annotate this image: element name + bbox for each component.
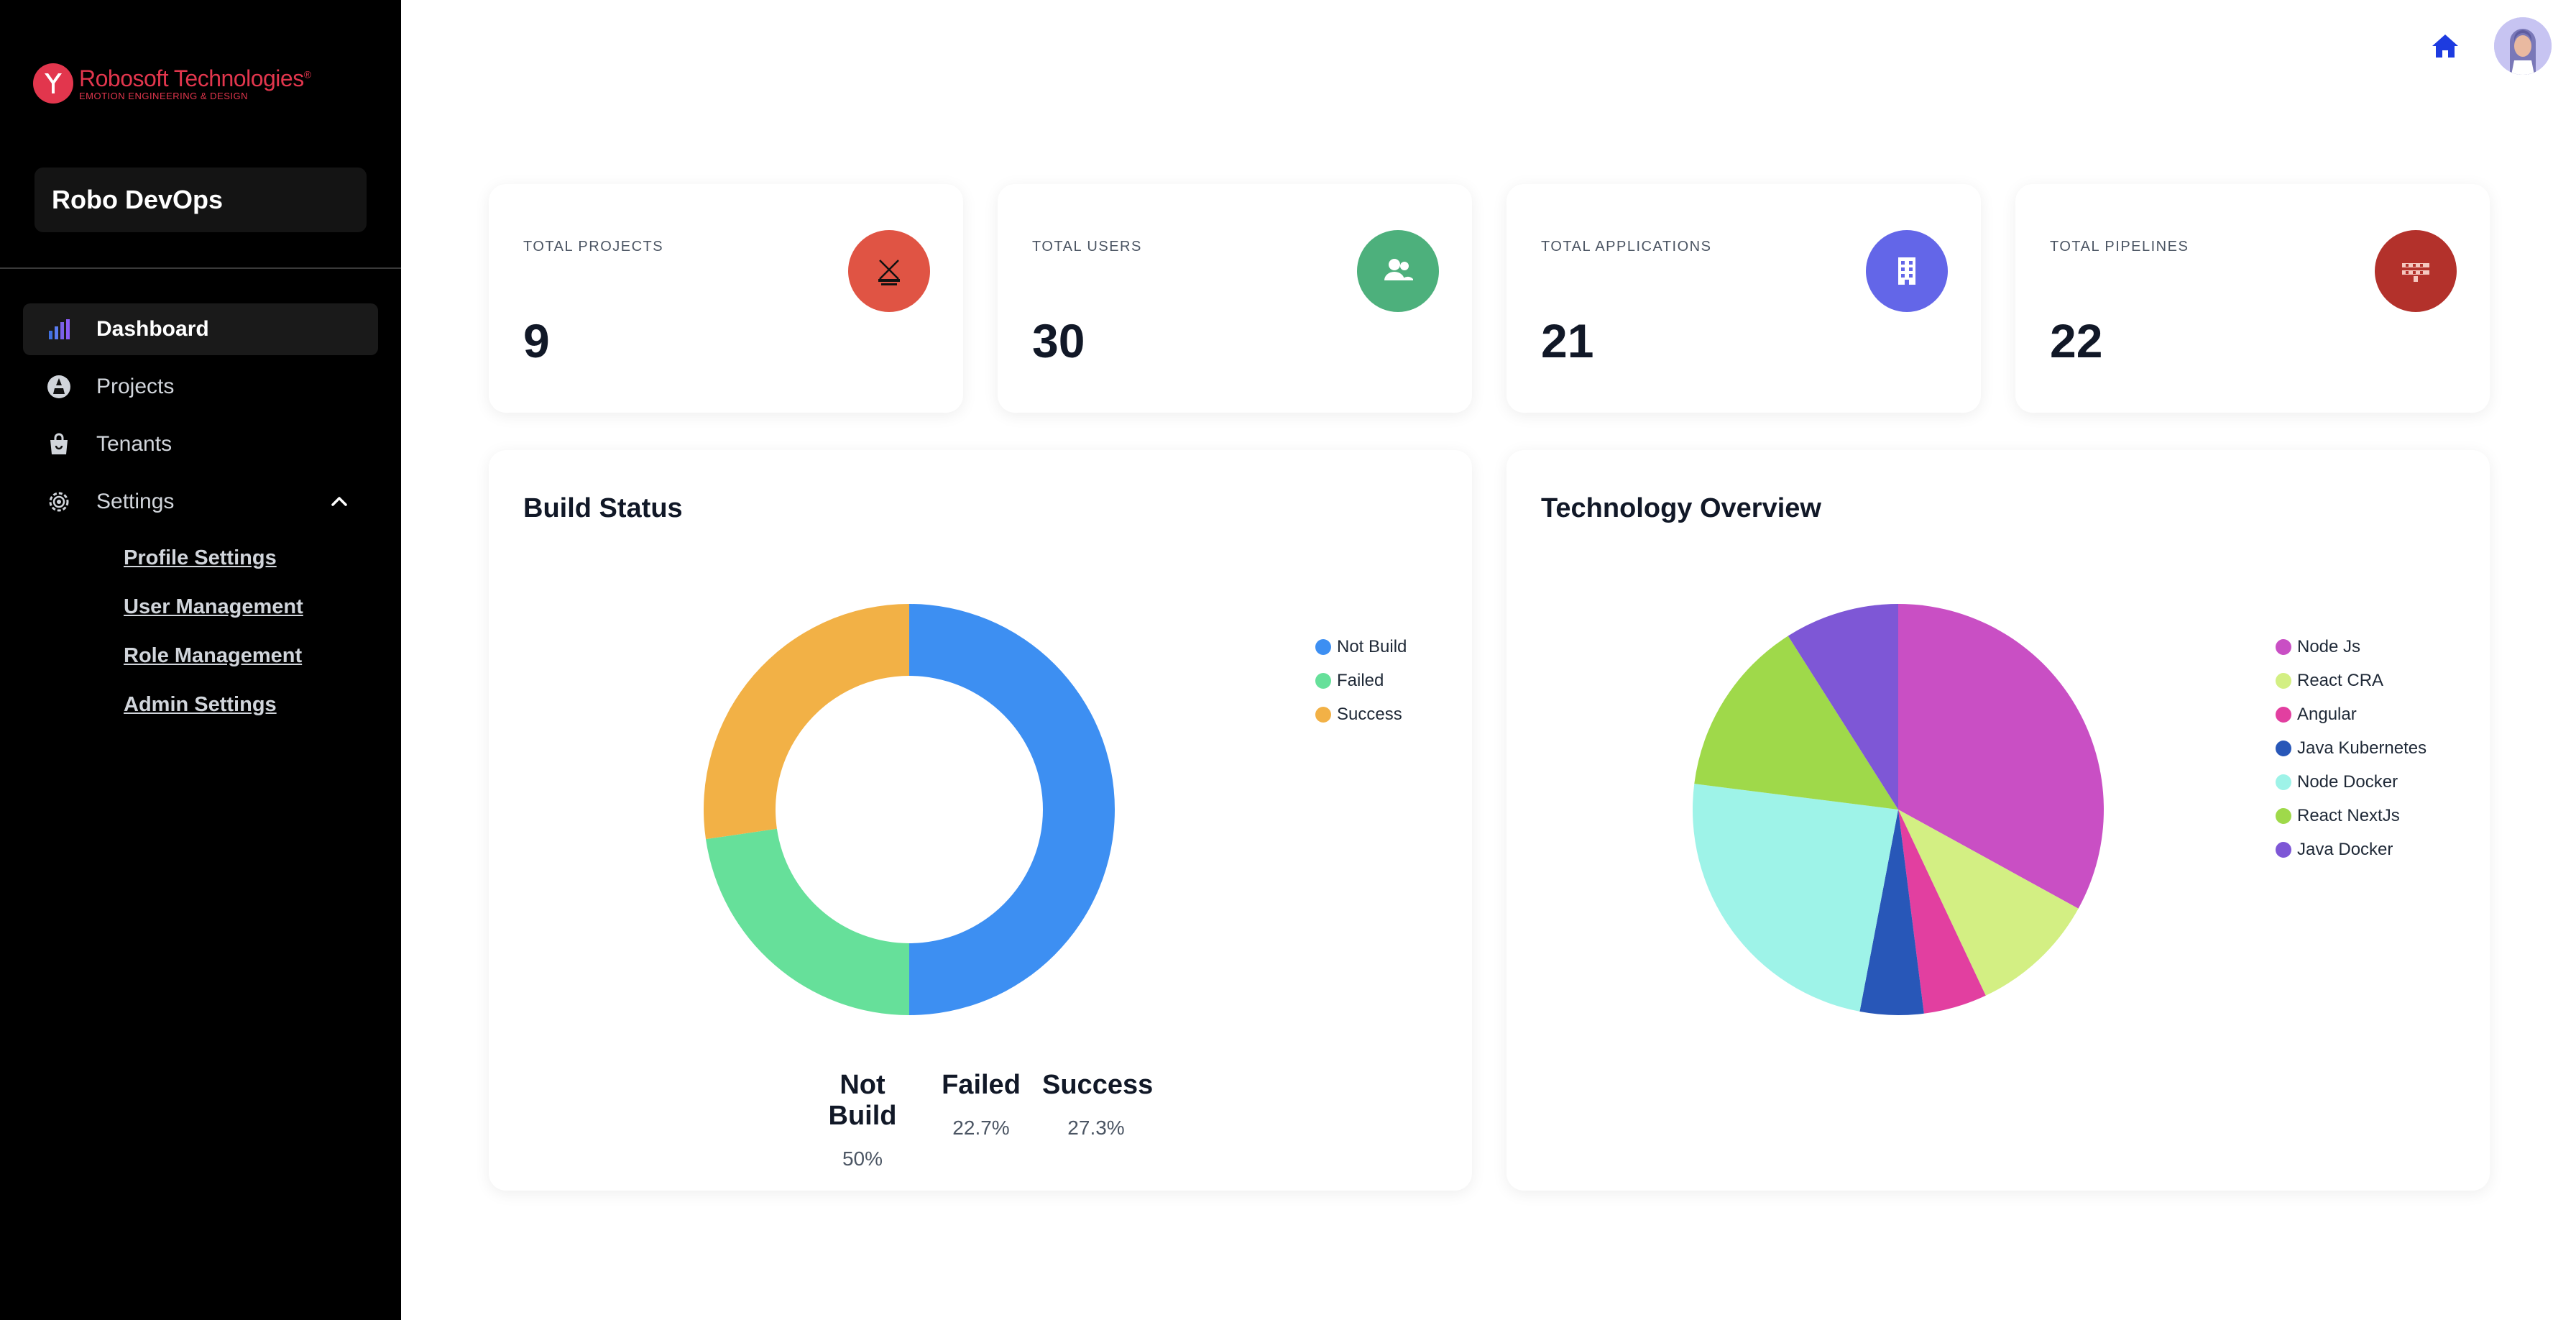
pipeline-icon <box>2375 230 2457 312</box>
stat-value: 9 <box>523 314 550 367</box>
legend-item[interactable]: React CRA <box>2276 664 2426 697</box>
summary-failed: Failed 22.7% <box>920 1070 1042 1170</box>
settings-submenu: Profile Settings User Management Role Ma… <box>124 533 378 729</box>
robosoft-logo-icon <box>33 63 73 104</box>
brand-tagline: EMOTION ENGINEERING & DESIGN <box>79 90 249 101</box>
app-name-box: Robo DevOps <box>34 168 367 232</box>
legend-label: Failed <box>1337 670 1384 690</box>
build-status-card: Build Status Not Build Failed Success No… <box>489 450 1472 1191</box>
subnav-user-management[interactable]: User Management <box>124 582 378 631</box>
brand-name: Robosoft Technologies® <box>79 65 311 91</box>
legend-dot <box>2276 672 2291 689</box>
summary-percent: 27.3% <box>1067 1117 1125 1139</box>
legend-label: Success <box>1337 704 1402 724</box>
sidebar-item-label: Projects <box>96 375 175 398</box>
home-icon[interactable] <box>2429 30 2461 62</box>
sidebar-item-label: Dashboard <box>96 317 209 341</box>
legend-label: React NextJs <box>2297 805 2400 825</box>
build-status-legend: Not Build Failed Success <box>1315 630 1407 731</box>
summary-percent: 50% <box>842 1147 883 1170</box>
stat-card-applications: TOTAL APPLICATIONS 21 <box>1506 184 1981 413</box>
legend-dot <box>2276 841 2291 858</box>
sidebar: Robosoft Technologies® EMOTION ENGINEERI… <box>0 0 401 1320</box>
brand-logo[interactable]: Robosoft Technologies® EMOTION ENGINEERI… <box>33 63 311 104</box>
legend-item[interactable]: Angular <box>2276 697 2426 731</box>
stat-card-users: TOTAL USERS 30 <box>998 184 1472 413</box>
summary-percent: 22.7% <box>952 1117 1010 1139</box>
legend-dot <box>2276 774 2291 790</box>
summary-label: Failed <box>942 1070 1021 1100</box>
legend-label: Node Docker <box>2297 771 2398 792</box>
sidebar-item-tenants[interactable]: Tenants <box>23 418 378 470</box>
legend-label: Node Js <box>2297 636 2361 656</box>
projects-icon <box>46 374 72 400</box>
summary-label: Success <box>1042 1070 1154 1100</box>
legend-label: Java Kubernetes <box>2297 738 2427 758</box>
chevron-up-icon[interactable] <box>329 492 349 512</box>
legend-item[interactable]: React NextJs <box>2276 799 2426 833</box>
legend-label: React CRA <box>2297 670 2384 690</box>
legend-label: Angular <box>2297 704 2357 724</box>
sidebar-item-label: Tenants <box>96 432 172 456</box>
stat-title: TOTAL PROJECTS <box>523 239 664 255</box>
stat-title: TOTAL USERS <box>1032 239 1142 255</box>
pie-slice-failed[interactable] <box>705 828 909 1015</box>
legend-dot <box>2276 740 2291 756</box>
legend-dot <box>1315 638 1331 655</box>
legend-label: Java Docker <box>2297 839 2393 859</box>
legend-item[interactable]: Java Kubernetes <box>2276 731 2426 765</box>
legend-item[interactable]: Success <box>1315 697 1407 731</box>
stat-card-projects: TOTAL PROJECTS 9 <box>489 184 963 413</box>
legend-dot <box>2276 638 2291 655</box>
stat-title: TOTAL APPLICATIONS <box>1541 239 1712 255</box>
crane-icon <box>848 230 930 312</box>
stat-card-pipelines: TOTAL PIPELINES 22 <box>2015 184 2490 413</box>
stat-value: 21 <box>1541 314 1594 367</box>
sidebar-nav: Dashboard Projects Tenants Settings Prof… <box>23 303 378 729</box>
legend-dot <box>1315 706 1331 723</box>
shopping-bag-icon <box>46 431 72 457</box>
sidebar-item-settings[interactable]: Settings <box>23 476 378 528</box>
summary-not-build: Not Build 50% <box>805 1070 920 1170</box>
sidebar-item-dashboard[interactable]: Dashboard <box>23 303 378 355</box>
subnav-admin-settings[interactable]: Admin Settings <box>124 680 378 729</box>
legend-dot <box>2276 807 2291 824</box>
user-avatar[interactable] <box>2494 17 2552 75</box>
subnav-role-management[interactable]: Role Management <box>124 631 378 680</box>
legend-label: Not Build <box>1337 636 1407 656</box>
technology-legend: Node Js React CRA Angular Java Kubernete… <box>2276 630 2426 866</box>
summary-label: Not Build <box>828 1070 897 1131</box>
stat-value: 30 <box>1032 314 1085 367</box>
subnav-profile-settings[interactable]: Profile Settings <box>124 533 378 582</box>
legend-item[interactable]: Not Build <box>1315 630 1407 664</box>
sidebar-item-projects[interactable]: Projects <box>23 361 378 413</box>
sidebar-divider <box>0 267 401 269</box>
build-status-summary: Not Build 50% Failed 22.7% Success 27.3% <box>805 1070 1154 1170</box>
legend-dot <box>1315 672 1331 689</box>
technology-overview-card: Technology Overview Node Js React CRA An… <box>1506 450 2490 1191</box>
pie-slice-success[interactable] <box>704 604 909 840</box>
legend-item[interactable]: Failed <box>1315 664 1407 697</box>
pie-slice-not-build[interactable] <box>909 604 1115 1015</box>
sidebar-item-label: Settings <box>96 490 175 513</box>
legend-item[interactable]: Node Js <box>2276 630 2426 664</box>
legend-item[interactable]: Java Docker <box>2276 833 2426 866</box>
stat-value: 22 <box>2050 314 2103 367</box>
gear-icon <box>46 489 72 515</box>
legend-item[interactable]: Node Docker <box>2276 765 2426 799</box>
building-icon <box>1866 230 1948 312</box>
stat-title: TOTAL PIPELINES <box>2050 239 2189 255</box>
app-name: Robo DevOps <box>52 185 224 214</box>
legend-dot <box>2276 706 2291 723</box>
users-icon <box>1357 230 1439 312</box>
summary-success: Success 27.3% <box>1042 1070 1154 1170</box>
bar-chart-icon <box>46 316 72 342</box>
